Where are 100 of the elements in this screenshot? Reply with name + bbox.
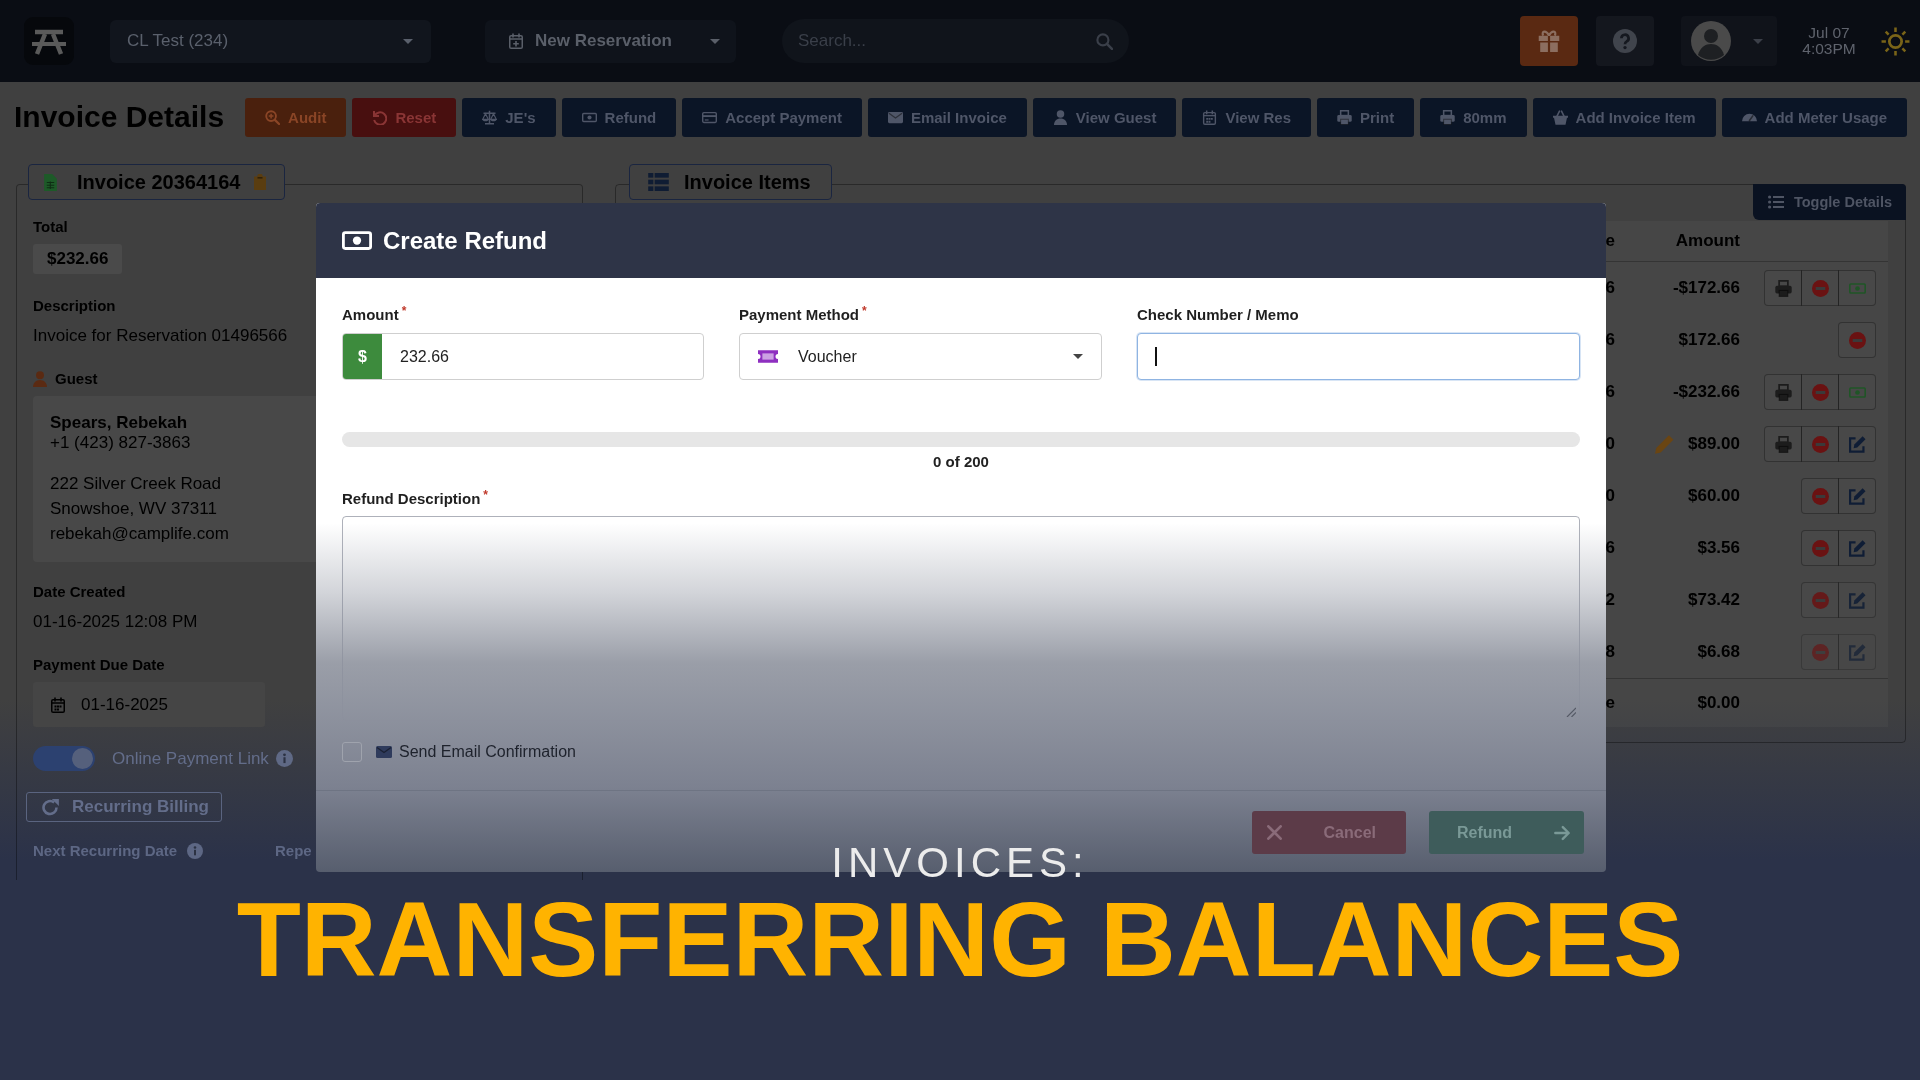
printer-icon <box>1774 279 1792 297</box>
total-amount: $232.66 <box>33 244 123 274</box>
send-email-checkbox[interactable] <box>342 742 362 762</box>
column-header: Amount <box>1615 221 1740 262</box>
minus-circle-icon <box>1811 643 1829 661</box>
field-label: Amount$^{*}$ <box>342 306 408 324</box>
calendar-plus-icon <box>508 33 524 49</box>
guest-phone: +1 (423) 827-3863 <box>50 433 191 453</box>
due-date-field[interactable]: 01-16-2025 <box>33 682 265 727</box>
field-label: Description <box>33 297 116 315</box>
clock-time: 4:03PM <box>1802 41 1856 57</box>
amount-value: $60.00 <box>1688 486 1740 506</box>
amount-value: -$172.66 <box>1672 278 1740 298</box>
gift-button[interactable] <box>1520 16 1578 66</box>
remove-button[interactable] <box>1838 322 1876 358</box>
info-icon <box>275 750 293 767</box>
minus-circle-icon <box>1811 591 1829 609</box>
remove-button[interactable] <box>1801 374 1839 410</box>
help-button[interactable] <box>1596 16 1654 66</box>
info-icon <box>187 843 204 859</box>
theme-toggle-button[interactable] <box>1881 26 1910 56</box>
caret-icon <box>1753 38 1763 44</box>
table-cell: 6 <box>1605 538 1615 558</box>
edit-icon <box>1848 435 1866 453</box>
minus-circle-icon <box>1811 487 1829 505</box>
remove-button[interactable] <box>1801 426 1839 462</box>
sun-icon <box>1881 26 1910 56</box>
gift-icon <box>1538 30 1560 52</box>
table-cell: 6 <box>1605 330 1615 350</box>
location-select[interactable]: CL Test (234) <box>110 19 431 63</box>
memo-field[interactable] <box>1137 333 1580 380</box>
table-cell: 0 <box>1605 434 1615 454</box>
accept-payment-button[interactable]: Accept Payment <box>682 97 862 137</box>
recurring-billing-button[interactable]: Recurring Billing <box>26 792 222 822</box>
character-count: 0 of 200 <box>933 453 989 471</box>
edit-button[interactable] <box>1838 426 1876 462</box>
new-reservation-button[interactable]: New Reservation <box>485 19 736 63</box>
print-button[interactable]: Print <box>1317 97 1415 137</box>
remove-button[interactable] <box>1801 634 1839 670</box>
print-button[interactable] <box>1764 426 1802 462</box>
table-cell: 6 <box>1605 278 1615 298</box>
amount-field[interactable]: $ 232.66 <box>342 333 704 380</box>
edit-button[interactable] <box>1838 530 1876 566</box>
print-button[interactable] <box>1764 270 1802 306</box>
logo-icon[interactable] <box>24 17 74 65</box>
field-label: Refund Description$^{*}$ <box>342 490 489 508</box>
edit-icon <box>1848 643 1866 661</box>
dialog-title: Create Refund <box>383 226 548 255</box>
remove-button[interactable] <box>1801 270 1839 306</box>
edit-icon <box>1848 539 1866 557</box>
view-reservation-button[interactable]: View Res <box>1182 97 1311 137</box>
guest-address: Snowshoe, WV 37311 <box>50 498 217 520</box>
email-invoice-button[interactable]: Email Invoice <box>867 97 1027 137</box>
invoice-number: Invoice 20364164 <box>77 170 241 194</box>
view-guest-button[interactable]: View Guest <box>1032 97 1177 137</box>
edit-icon <box>1848 487 1866 505</box>
guest-name: Spears, Rebekah <box>50 413 187 433</box>
add-meter-usage-button[interactable]: Add Meter Usage <box>1721 97 1908 137</box>
calendar-icon <box>50 696 66 713</box>
audit-button[interactable]: Audit <box>245 97 347 137</box>
edit-button[interactable] <box>1838 582 1876 618</box>
remove-button[interactable] <box>1801 478 1839 514</box>
payment-button[interactable] <box>1838 374 1876 410</box>
payment-button[interactable] <box>1838 270 1876 306</box>
banknote-icon <box>342 231 372 250</box>
edit-button[interactable] <box>1838 634 1876 670</box>
amount-value: -$232.66 <box>1672 382 1740 402</box>
refresh-icon <box>42 798 59 816</box>
arrow-right-icon <box>1554 824 1570 841</box>
refund-button[interactable]: Refund <box>561 97 677 137</box>
toggle-details-button[interactable]: Toggle Details <box>1752 184 1906 220</box>
guest-email[interactable]: rebekah@camplife.com <box>50 521 229 546</box>
journal-entries-button[interactable]: JE's <box>462 97 556 137</box>
remove-button[interactable] <box>1801 582 1839 618</box>
title-kicker: INVOICES: <box>831 840 1089 886</box>
amount-value: $73.42 <box>1688 590 1740 610</box>
remove-button[interactable] <box>1801 530 1839 566</box>
payment-method-select[interactable]: Voucher <box>739 333 1102 380</box>
field-label: Payment Due Date <box>33 656 165 674</box>
text-cursor-icon <box>1155 347 1157 366</box>
scale-icon <box>482 109 498 125</box>
table-cell: 2 <box>1605 590 1615 610</box>
field-label: Total <box>33 218 68 236</box>
add-invoice-item-button[interactable]: Add Invoice Item <box>1532 97 1716 137</box>
table-cell: e <box>1605 693 1615 713</box>
field-label: Guest <box>55 370 98 388</box>
reset-button[interactable]: Reset <box>352 97 457 137</box>
account-menu-button[interactable] <box>1681 16 1777 66</box>
clipboard-icon[interactable] <box>254 174 267 190</box>
table-cell: 0 <box>1605 486 1615 506</box>
edit-button[interactable] <box>1838 478 1876 514</box>
online-payment-toggle[interactable] <box>33 746 95 771</box>
print-button[interactable] <box>1764 374 1802 410</box>
amount-value: $3.56 <box>1697 538 1740 558</box>
minus-circle-icon <box>1811 279 1829 297</box>
print-receipt-button[interactable]: 80mm <box>1420 97 1527 137</box>
send-email-label: Send Email Confirmation <box>399 743 576 761</box>
refund-submit-button[interactable]: Refund <box>1429 811 1584 854</box>
printer-icon <box>1337 109 1352 125</box>
table-cell: 8 <box>1605 642 1615 662</box>
